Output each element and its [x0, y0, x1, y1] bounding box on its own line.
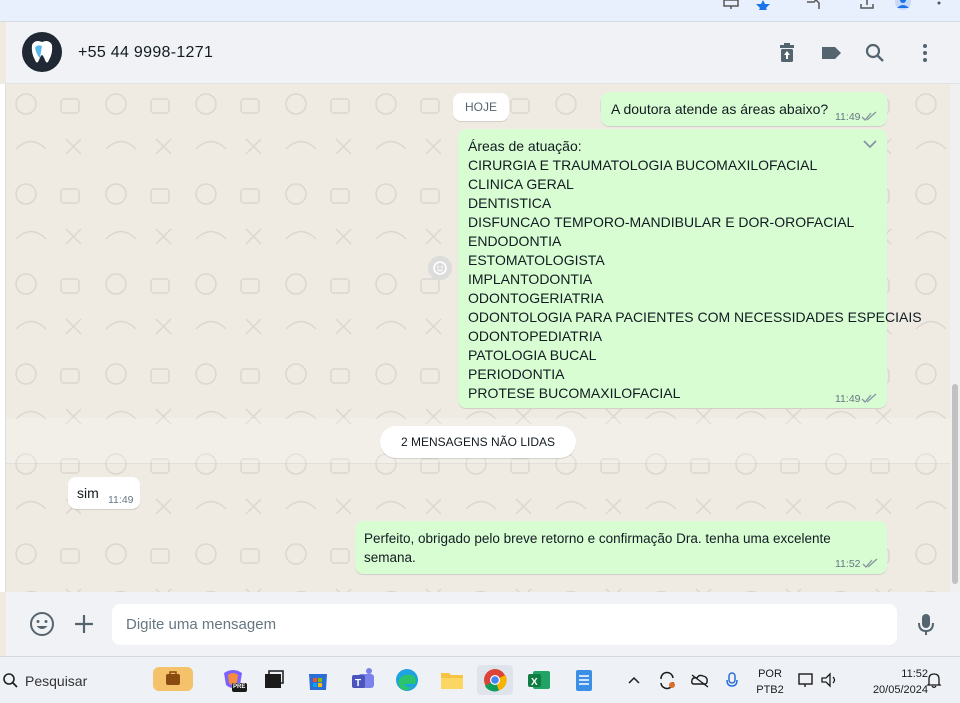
menu-icon[interactable]: [912, 40, 938, 66]
copilot-badge: PRE: [233, 684, 246, 690]
message-outgoing[interactable]: Perfeito, obrigado pelo breve retorno e …: [355, 521, 887, 574]
message-text: Perfeito, obrigado pelo breve retorno e …: [364, 531, 831, 565]
network-icon[interactable]: [796, 665, 816, 695]
area-item: ODONTOPEDIATRIA: [468, 328, 603, 344]
message-time: 11:49: [108, 494, 134, 506]
read-ticks-icon: [862, 558, 878, 568]
download-icon[interactable]: [858, 0, 876, 12]
emoji-icon[interactable]: [28, 610, 56, 638]
file-explorer-icon[interactable]: [437, 665, 467, 695]
teams-icon[interactable]: T: [348, 665, 378, 695]
widget-briefcase-icon: [153, 667, 193, 691]
delete-icon[interactable]: [774, 40, 800, 66]
contact-name[interactable]: +55 44 9998-1271: [78, 44, 213, 62]
areas-title: Áreas de atuação:: [468, 138, 582, 154]
monitor-icon[interactable]: [722, 0, 740, 12]
message-time: 11:49: [835, 111, 861, 123]
task-view-icon[interactable]: [259, 665, 289, 695]
svg-text:X: X: [531, 677, 538, 688]
areas-list: Áreas de atuação: CIRURGIA E TRAUMATOLOG…: [468, 137, 922, 403]
search-icon: [3, 673, 18, 688]
reaction-emoji-icon[interactable]: [428, 256, 452, 280]
store-icon[interactable]: [303, 665, 333, 695]
scrollbar-thumb[interactable]: [952, 384, 958, 584]
language-indicator[interactable]: POR: [752, 667, 788, 681]
excel-icon[interactable]: X: [524, 665, 554, 695]
area-item: PERIODONTIA: [468, 366, 565, 382]
read-ticks-icon: [861, 111, 877, 121]
date-pill: HOJE: [453, 93, 509, 121]
copilot-icon[interactable]: PRE: [218, 665, 248, 695]
message-time: 11:49: [835, 393, 861, 405]
area-item: ENDODONTIA: [468, 233, 562, 249]
microphone-icon[interactable]: [912, 610, 940, 638]
star-bookmark-icon[interactable]: [754, 0, 772, 12]
edge-icon[interactable]: [392, 665, 422, 695]
avatar[interactable]: [22, 32, 62, 72]
area-item: DISFUNCAO TEMPORO-MANDIBULAR E DOR-OROFA…: [468, 214, 855, 230]
cloud-offline-icon[interactable]: [688, 665, 712, 695]
message-text: A doutora atende as áreas abaixo?: [611, 101, 829, 117]
label-icon[interactable]: [818, 40, 844, 66]
message-input[interactable]: [112, 604, 897, 645]
compose-bar: [6, 592, 960, 656]
read-ticks-icon: [861, 393, 877, 403]
clock-time[interactable]: 11:52: [880, 667, 928, 681]
area-item: ESTOMATOLOGISTA: [468, 252, 605, 268]
keyboard-layout-indicator[interactable]: PTB2: [752, 683, 788, 697]
clock-date[interactable]: 20/05/2024: [852, 683, 928, 697]
chat-scrollbar[interactable]: [950, 84, 960, 592]
search-icon[interactable]: [862, 40, 888, 66]
tray-chevron-up-icon[interactable]: [624, 665, 644, 695]
chrome-icon[interactable]: [477, 665, 513, 695]
message-text: sim: [77, 485, 99, 501]
extensions-icon[interactable]: [804, 0, 822, 12]
attach-plus-icon[interactable]: [70, 610, 98, 638]
message-outgoing-areas[interactable]: Áreas de atuação: CIRURGIA E TRAUMATOLOG…: [458, 129, 922, 408]
browser-toolbar: [0, 0, 960, 22]
sync-icon[interactable]: [655, 665, 679, 695]
message-incoming[interactable]: sim 11:49: [68, 477, 140, 509]
svg-text:T: T: [355, 678, 361, 689]
profile-icon[interactable]: [894, 0, 912, 12]
area-item: IMPLANTODONTIA: [468, 271, 593, 287]
notification-bell-icon[interactable]: [924, 665, 944, 695]
area-item: DENTISTICA: [468, 195, 552, 211]
chat-header: +55 44 9998-1271: [6, 22, 960, 84]
chat-area[interactable]: HOJE A doutora atende as áreas abaixo? 1…: [6, 84, 950, 592]
message-outgoing[interactable]: A doutora atende as áreas abaixo? 11:49: [601, 92, 887, 126]
area-item: CIRURGIA E TRAUMATOLOGIA BUCOMAXILOFACIA…: [468, 157, 818, 173]
taskbar-search[interactable]: Pesquisar: [0, 665, 200, 695]
tooth-logo-icon: [23, 33, 61, 71]
message-time: 11:52: [835, 558, 861, 570]
notepad-icon[interactable]: [569, 665, 599, 695]
search-label: Pesquisar: [25, 673, 88, 689]
area-item: PATOLOGIA BUCAL: [468, 347, 597, 363]
tray-microphone-icon[interactable]: [720, 665, 744, 695]
area-item: ODONTOLOGIA PARA PACIENTES COM NECESSIDA…: [468, 309, 922, 325]
browser-menu-icon[interactable]: [930, 0, 948, 12]
volume-icon[interactable]: [818, 665, 840, 695]
taskbar: Pesquisar PRE T X POR PTB2 11:52 20/05/2…: [0, 656, 960, 703]
area-item: ODONTOGERIATRIA: [468, 290, 604, 306]
unread-messages-pill: 2 MENSAGENS NÃO LIDAS: [380, 426, 576, 458]
area-item: CLINICA GERAL: [468, 176, 574, 192]
